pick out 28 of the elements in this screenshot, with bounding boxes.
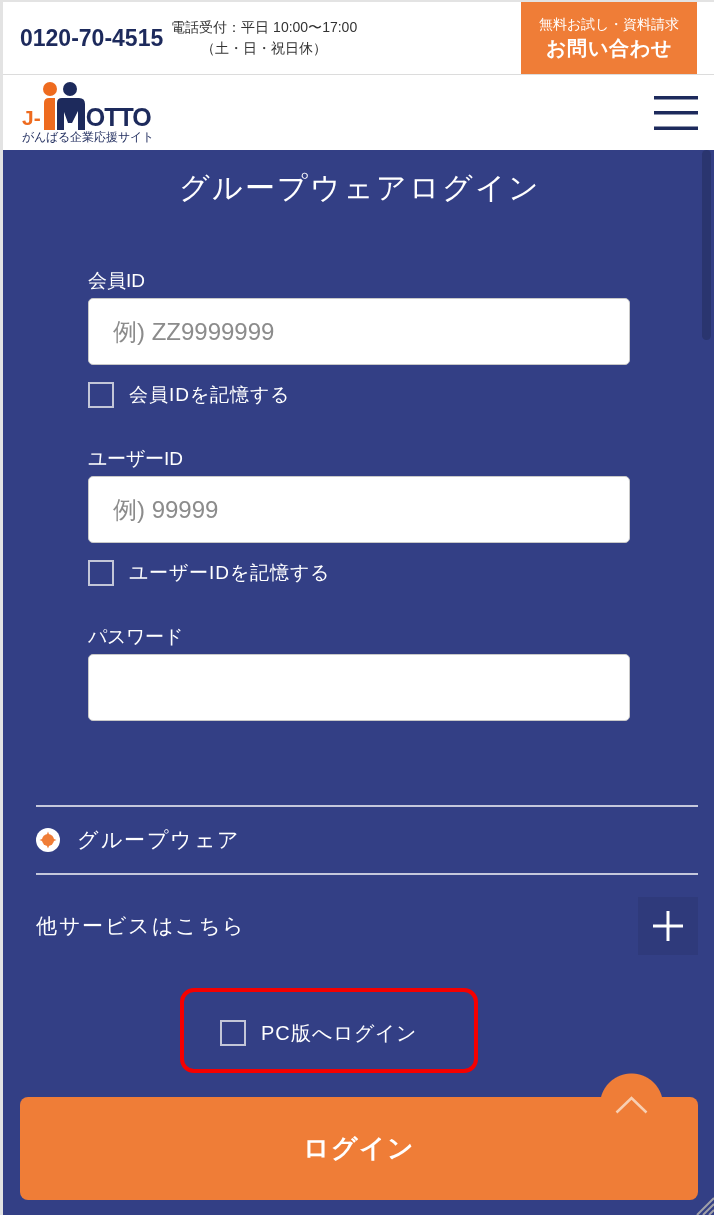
input-field[interactable]: [88, 654, 630, 721]
checkbox-label[interactable]: ユーザーIDを記憶する: [129, 560, 330, 586]
chevron-up-icon: [615, 1096, 648, 1114]
logo-prefix: J-: [22, 106, 41, 128]
expand-button[interactable]: [638, 897, 698, 955]
radio-button[interactable]: [36, 828, 60, 852]
checkbox-label[interactable]: 会員IDを記憶する: [129, 382, 290, 408]
menu-icon: [654, 95, 698, 130]
holiday-note-text: （土・日・祝日休）: [201, 39, 328, 58]
logo-wordmark: OTTO: [85, 104, 151, 130]
radio-label[interactable]: グループウェア: [77, 827, 241, 853]
scrollbar-thumb[interactable]: [702, 150, 711, 340]
field-label: 会員ID: [88, 270, 145, 292]
accordion-label[interactable]: 他サービスはこちら: [36, 913, 246, 939]
input-field[interactable]: 例) 99999: [88, 476, 630, 543]
checkbox[interactable]: [88, 382, 114, 408]
input-field[interactable]: 例) ZZ9999999: [88, 298, 630, 365]
two-people-icon: [40, 81, 85, 130]
field-label: ユーザーID: [88, 448, 183, 470]
checkbox-label[interactable]: PC版へログイン: [261, 1020, 417, 1046]
business-hours-text: 電話受付：平日 10:00〜17:00: [171, 18, 358, 37]
menu-button[interactable]: [654, 95, 698, 130]
phone-number[interactable]: 0120-70-4515: [20, 24, 164, 52]
logo-tagline: がんばる企業応援サイト: [22, 130, 154, 144]
field-label: パスワード: [88, 626, 183, 648]
page-title: グループウェアログイン: [177, 170, 541, 206]
checkbox[interactable]: [88, 560, 114, 586]
checkbox[interactable]: [220, 1020, 246, 1046]
